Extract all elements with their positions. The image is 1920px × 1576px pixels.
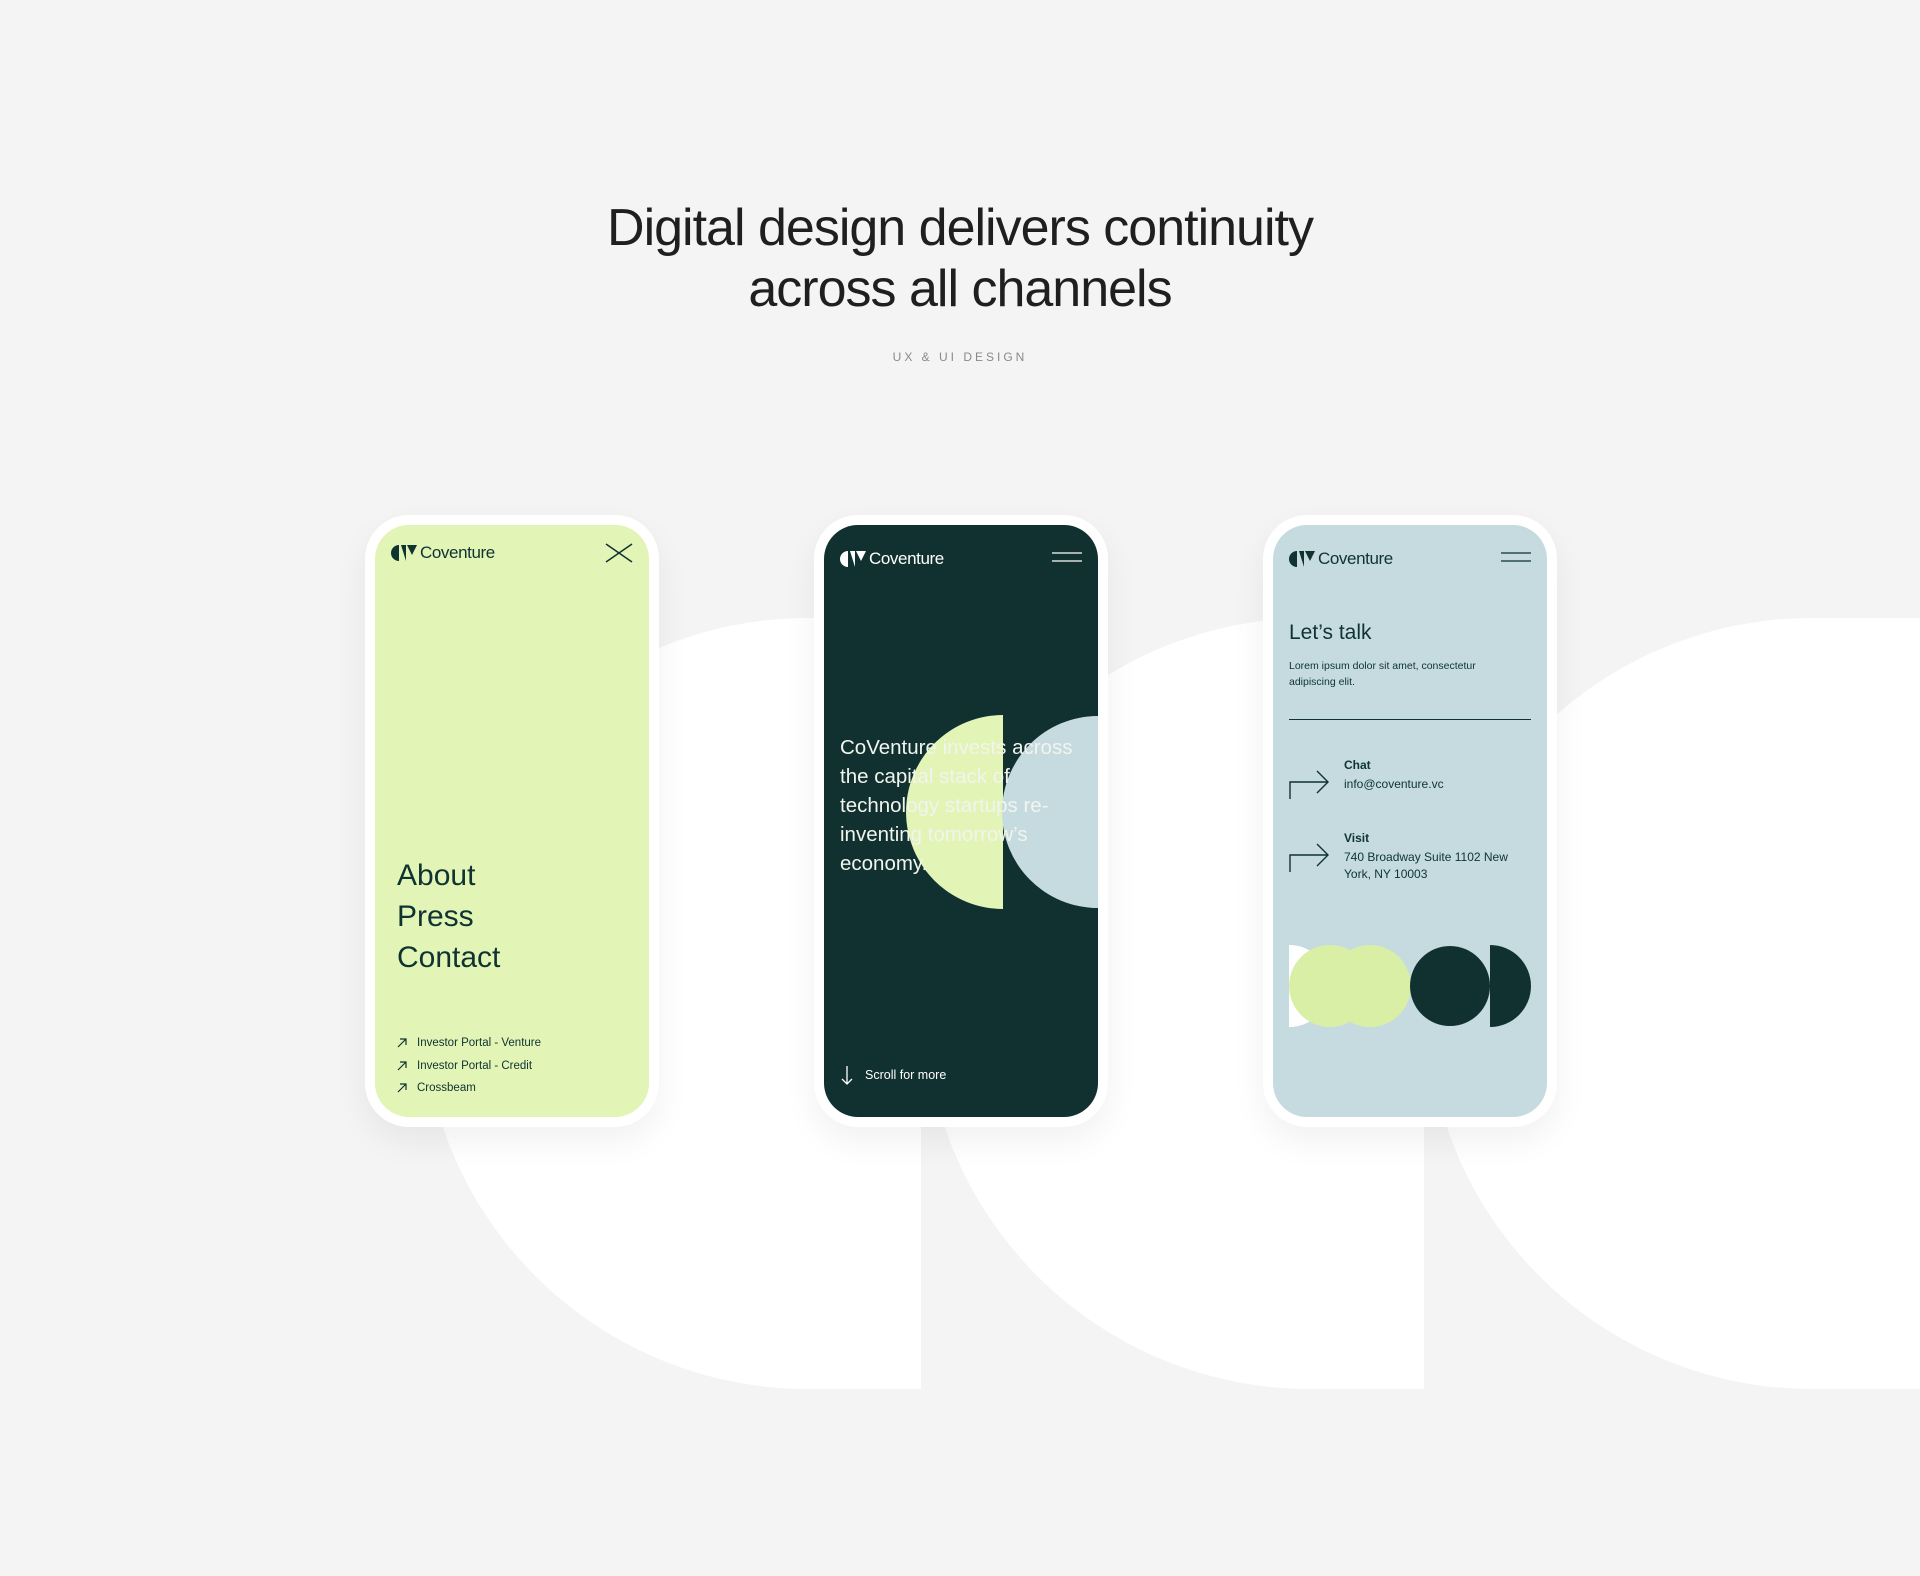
close-icon[interactable] — [605, 543, 633, 563]
coventure-logo-icon — [1289, 551, 1315, 567]
brand-name: Coventure — [869, 549, 944, 568]
link-label: Investor Portal - Venture — [417, 1037, 542, 1050]
hero-text: CoVenture invests across the capital sta… — [840, 736, 1073, 875]
brand-logo[interactable]: Coventure — [840, 549, 944, 569]
scroll-label: Scroll for more — [865, 1068, 947, 1082]
decorative-shapes — [1289, 945, 1531, 1027]
hamburger-menu-icon[interactable] — [1052, 551, 1082, 563]
contact-heading: Let’s talk — [1289, 621, 1372, 644]
headline-line-1: Digital design delivers continuity — [607, 199, 1314, 257]
brand-logo[interactable]: Coventure — [1289, 549, 1393, 569]
coventure-logo-icon — [391, 545, 417, 561]
chat-email[interactable]: info@coventure.vc — [1344, 776, 1534, 793]
contact-intro: Lorem ipsum dolor sit amet, consectetur … — [1289, 660, 1476, 688]
brand-name: Coventure — [1318, 549, 1393, 568]
link-investor-portal-credit[interactable]: Investor Portal - Credit — [397, 1055, 541, 1078]
page-headline: Digital design delivers continuity acros… — [0, 198, 1920, 320]
scroll-for-more[interactable]: Scroll for more — [840, 1065, 946, 1085]
chat-label: Chat — [1344, 758, 1371, 772]
divider — [1289, 719, 1531, 720]
link-label: Crossbeam — [417, 1082, 476, 1095]
link-investor-portal-venture[interactable]: Investor Portal - Venture — [397, 1032, 541, 1055]
nav-link-about[interactable]: About — [397, 855, 500, 896]
arrow-right-icon — [1289, 770, 1329, 799]
visit-address: 740 Broadway Suite 1102 New York, NY 100… — [1344, 850, 1508, 881]
arrow-up-right-icon — [397, 1061, 407, 1071]
phone-mockup-home: Coventure CoVenture invests across the c… — [814, 515, 1108, 1127]
arrow-up-right-icon — [397, 1083, 407, 1093]
main-nav: About Press Contact — [397, 855, 500, 978]
nav-link-contact[interactable]: Contact — [397, 937, 500, 978]
arrow-down-icon — [841, 1066, 853, 1085]
home-screen: Coventure CoVenture invests across the c… — [824, 525, 1098, 1117]
shape-lime-half-circle-2 — [1370, 945, 1411, 1027]
link-crossbeam[interactable]: Crossbeam — [397, 1077, 541, 1100]
arrow-right-icon — [1289, 843, 1329, 872]
nav-link-press[interactable]: Press — [397, 896, 500, 937]
brand-logo[interactable]: Coventure — [391, 543, 495, 563]
portal-links: Investor Portal - Venture Investor Porta… — [397, 1032, 541, 1100]
brand-name: Coventure — [420, 543, 495, 562]
shape-dark-circle — [1410, 946, 1490, 1026]
section-subtitle: UX & UI DESIGN — [892, 350, 1028, 364]
headline-line-2: across all channels — [748, 260, 1172, 318]
contact-screen: Coventure Let’s talk Lorem ipsum dolor s… — [1273, 525, 1547, 1117]
coventure-logo-icon — [840, 551, 866, 567]
phone-mockup-contact: Coventure Let’s talk Lorem ipsum dolor s… — [1263, 515, 1557, 1127]
hamburger-menu-icon[interactable] — [1501, 551, 1531, 563]
arrow-up-right-icon — [397, 1038, 407, 1048]
phone-mockup-menu: Coventure About Press Contact Investor P… — [365, 515, 659, 1127]
link-label: Investor Portal - Credit — [417, 1059, 533, 1072]
visit-label: Visit — [1344, 831, 1370, 845]
shape-dark-half-circle — [1490, 945, 1531, 1027]
menu-screen: Coventure About Press Contact Investor P… — [375, 525, 649, 1117]
